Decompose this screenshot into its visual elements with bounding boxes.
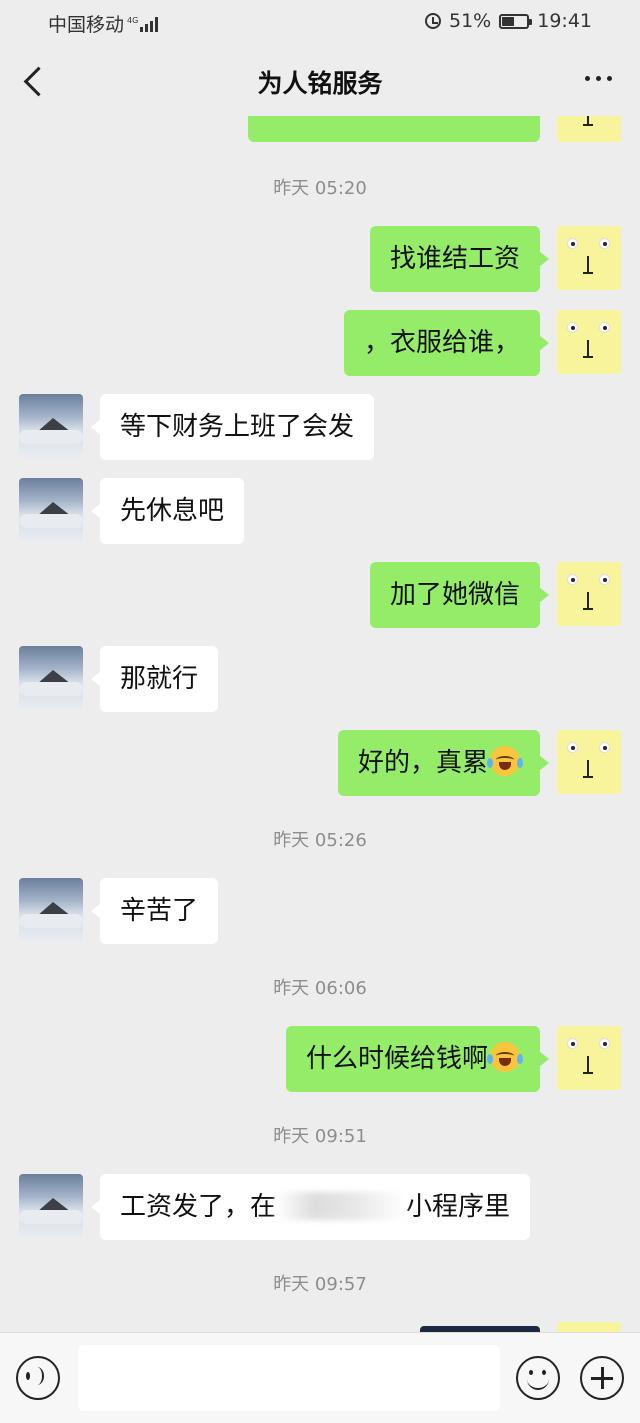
redacted-text: [276, 1192, 407, 1220]
status-right: 51% 19:41: [425, 10, 592, 32]
message-bubble[interactable]: 那就行: [90, 646, 219, 712]
avatar[interactable]: [557, 310, 621, 374]
alarm-icon: [425, 13, 441, 29]
avatar[interactable]: [19, 646, 83, 710]
message-text: 什么时候给钱啊: [305, 1044, 488, 1074]
status-bar: 中国移动 4G 51% 19:41: [0, 0, 640, 44]
battery-icon: [499, 13, 533, 29]
message-input[interactable]: [78, 1345, 500, 1411]
avatar[interactable]: [557, 1322, 621, 1332]
avatar[interactable]: [19, 394, 83, 458]
laugh-cry-emoji: [487, 1042, 523, 1072]
avatar[interactable]: [557, 562, 621, 626]
message-bubble[interactable]: 好的，真累: [337, 730, 550, 796]
message-text: 小程序里: [406, 1192, 511, 1222]
avatar[interactable]: [19, 478, 83, 542]
clock: 19:41: [537, 10, 592, 32]
chat-title: 为人铭服务: [257, 69, 383, 98]
message-bubble[interactable]: 加了她微信: [369, 562, 550, 628]
input-bar: [0, 1332, 640, 1423]
message-bubble[interactable]: 什么时候给钱啊: [285, 1026, 550, 1092]
more-icon[interactable]: [585, 76, 612, 81]
battery-percent: 51%: [449, 10, 492, 32]
message-bubble[interactable]: 辛苦了: [90, 878, 219, 944]
message-list[interactable]: 昨天 05:20 找谁结工资 ，衣服给谁， 等下财务上班了会发 先休息吧 加了她…: [0, 116, 640, 1332]
message-bubble[interactable]: ，衣服给谁，: [343, 310, 550, 376]
avatar[interactable]: [557, 730, 621, 794]
carrier-name: 中国移动: [48, 14, 125, 36]
network-type: 4G: [127, 15, 139, 25]
avatar[interactable]: [19, 1174, 83, 1238]
message-bubble[interactable]: 工资发了，在 小程序里: [90, 1174, 531, 1240]
plus-icon[interactable]: [580, 1356, 624, 1400]
status-left: 中国移动 4G: [48, 10, 159, 37]
avatar[interactable]: [557, 1026, 621, 1090]
message-text: 工资发了，在: [120, 1192, 277, 1222]
message-text: 好的，真累: [357, 748, 488, 778]
timestamp: 昨天 06:06: [273, 978, 367, 999]
smile-icon[interactable]: [516, 1356, 560, 1400]
message-bubble[interactable]: 找谁结工资: [369, 226, 550, 292]
avatar[interactable]: [19, 878, 83, 942]
voice-icon[interactable]: [16, 1356, 60, 1400]
timestamp: 昨天 05:26: [273, 830, 367, 851]
message-bubble-partial[interactable]: [248, 116, 549, 142]
avatar[interactable]: [557, 116, 621, 142]
timestamp: 昨天 05:20: [273, 178, 367, 199]
timestamp: 昨天 09:51: [273, 1126, 367, 1147]
message-bubble[interactable]: 先休息吧: [90, 478, 245, 544]
signal-icon: [140, 16, 159, 32]
laugh-cry-emoji: [487, 746, 523, 776]
chat-header: 为人铭服务: [0, 44, 640, 116]
avatar[interactable]: [557, 226, 621, 290]
message-bubble[interactable]: 等下财务上班了会发: [90, 394, 375, 460]
timestamp: 昨天 09:57: [273, 1274, 367, 1295]
